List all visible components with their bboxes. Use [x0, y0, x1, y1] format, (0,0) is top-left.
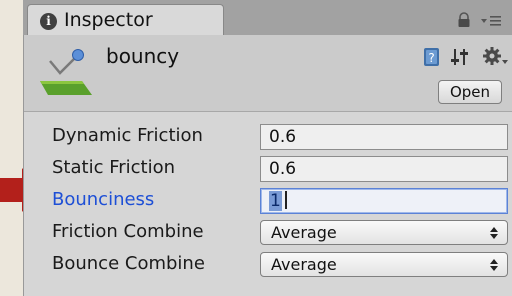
prop-label-dynamic-friction: Dynamic Friction	[52, 125, 203, 146]
gear-icon[interactable]	[482, 46, 508, 68]
prop-label-bounce-combine: Bounce Combine	[52, 253, 205, 274]
dropdown-arrows-icon	[490, 227, 498, 239]
bounciness-field[interactable]: 1	[260, 188, 508, 214]
dropdown-arrows-icon	[490, 259, 498, 271]
physic-material-icon	[40, 49, 92, 95]
bounce-combine-dropdown[interactable]: Average	[260, 252, 508, 277]
svg-text:?: ?	[428, 51, 434, 65]
friction-combine-dropdown[interactable]: Average	[260, 220, 508, 245]
asset-header: bouncy ? Open	[24, 35, 512, 112]
prop-label-bounciness: Bounciness	[52, 189, 155, 210]
friction-combine-value: Average	[271, 223, 337, 242]
tab-bar: i Inspector	[23, 0, 512, 36]
prop-row-static-friction: Static Friction 0.6	[24, 154, 512, 184]
inspector-window: i Inspector bouncy ? Open Dynamic Fricti…	[23, 0, 512, 296]
tab-menu-icon[interactable]	[480, 12, 502, 28]
prop-row-friction-combine: Friction Combine Average	[24, 218, 512, 248]
dynamic-friction-field[interactable]: 0.6	[260, 124, 508, 150]
prop-row-bounce-combine: Bounce Combine Average	[24, 250, 512, 280]
prop-row-dynamic-friction: Dynamic Friction 0.6	[24, 122, 512, 152]
lock-icon[interactable]	[456, 12, 472, 28]
bounciness-value: 1	[269, 191, 282, 211]
bounce-combine-value: Average	[271, 255, 337, 274]
prop-row-bounciness: Bounciness 1	[24, 186, 512, 216]
help-book-icon[interactable]: ?	[422, 47, 442, 67]
static-friction-field[interactable]: 0.6	[260, 156, 508, 182]
tab-inspector[interactable]: i Inspector	[27, 4, 224, 36]
text-cursor	[284, 191, 287, 209]
tab-title: Inspector	[64, 9, 153, 31]
asset-name: bouncy	[106, 44, 180, 68]
info-icon: i	[40, 13, 57, 30]
prop-label-friction-combine: Friction Combine	[52, 221, 204, 242]
open-button[interactable]: Open	[438, 80, 502, 104]
prop-label-static-friction: Static Friction	[52, 157, 176, 178]
inspector-content: bouncy ? Open Dynamic Friction 0.6 Stati…	[23, 35, 512, 296]
preset-sliders-icon[interactable]	[450, 47, 470, 67]
